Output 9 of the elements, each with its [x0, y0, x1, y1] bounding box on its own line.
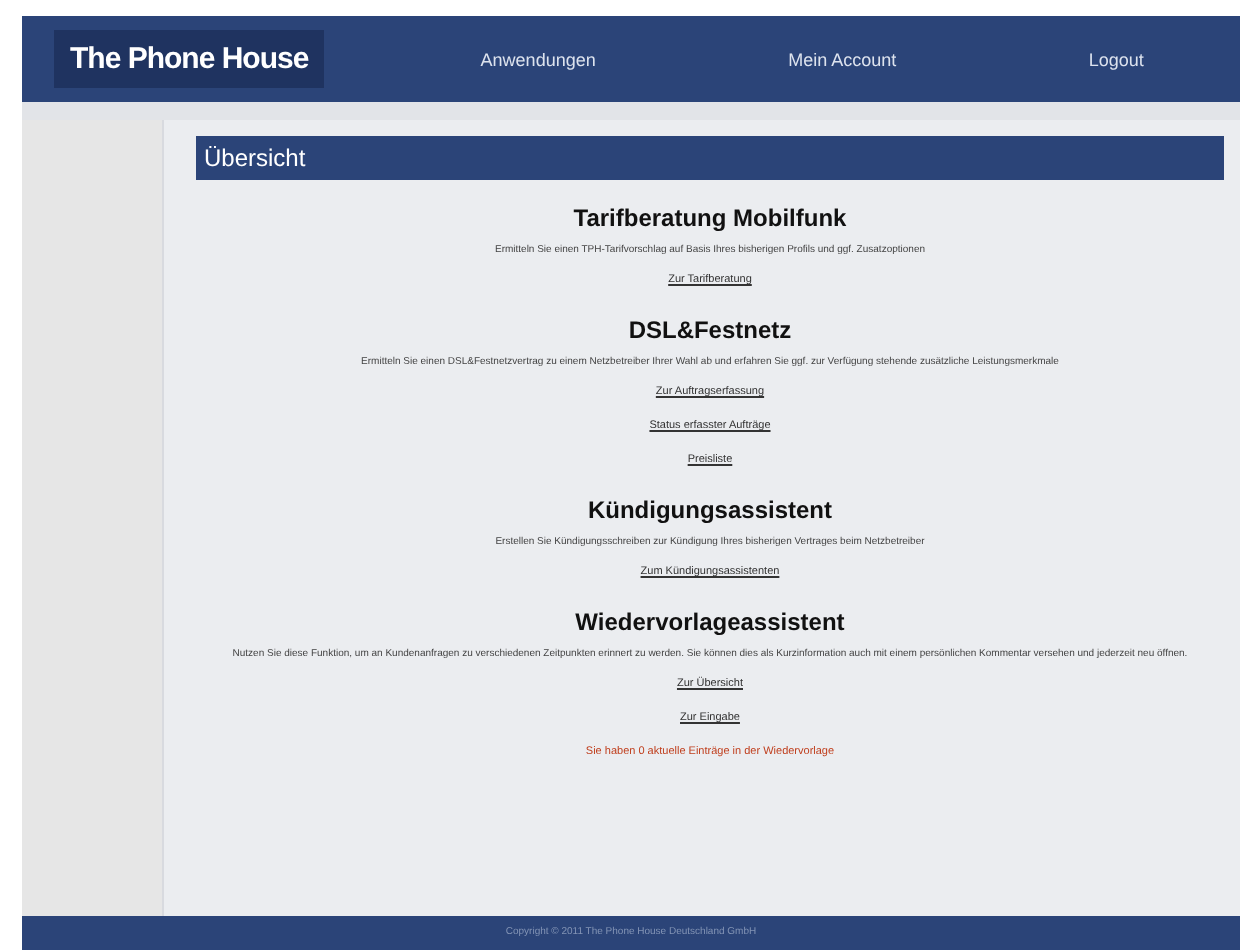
section-heading: Tarifberatung Mobilfunk [573, 204, 847, 232]
nav-link[interactable]: Mein Account [788, 49, 897, 69]
section-heading: Wiedervorlageassistent [575, 608, 845, 636]
panel-title: Übersicht [196, 136, 1224, 180]
section-heading: Kündigungsassistent [587, 496, 832, 524]
logo[interactable]: The Phone House [54, 30, 325, 88]
nav-link[interactable]: Logout [1088, 49, 1144, 69]
section-heading: DSL&Festnetz [628, 316, 792, 344]
nav-link[interactable]: Anwendungen [480, 49, 596, 69]
